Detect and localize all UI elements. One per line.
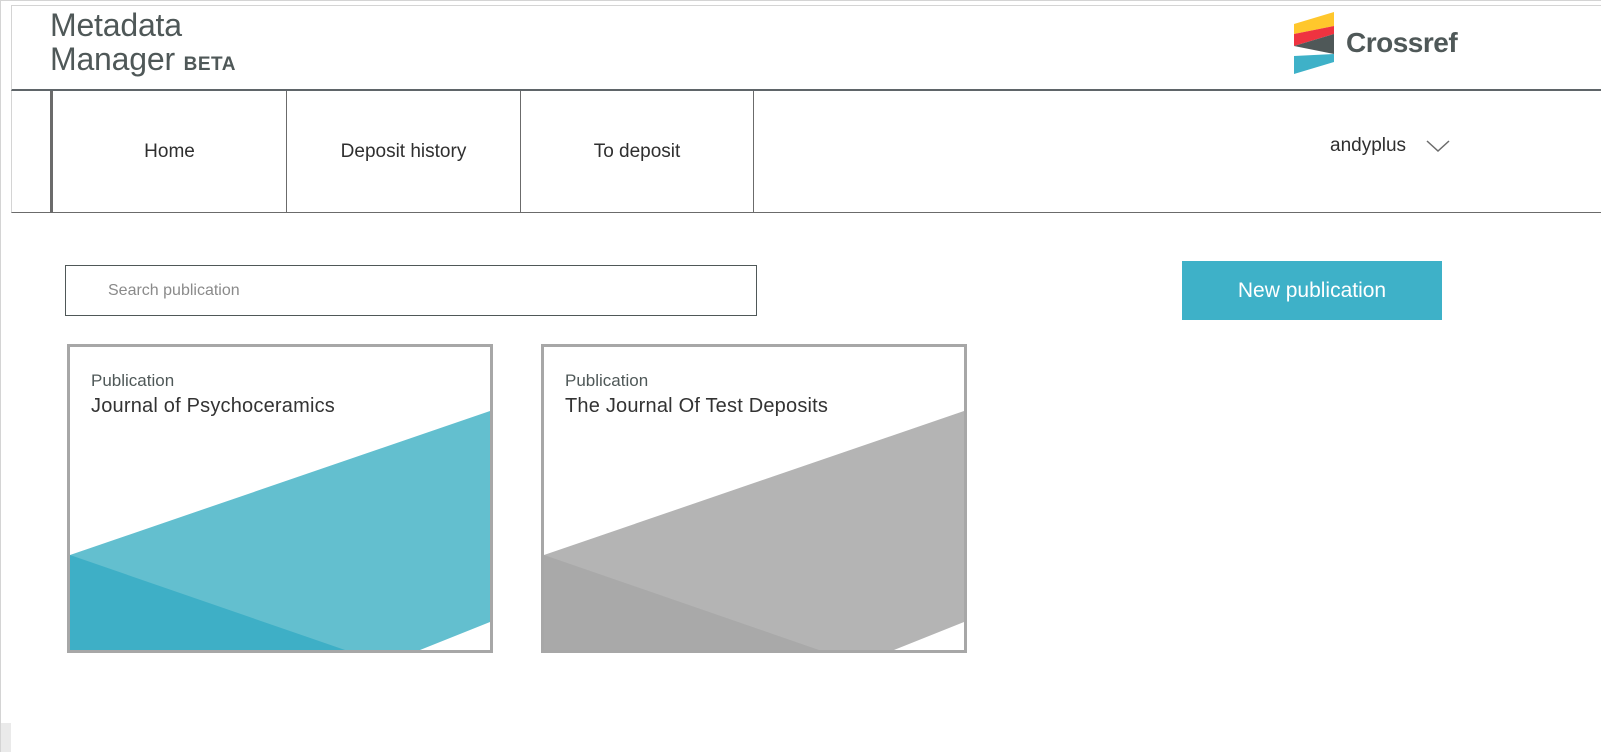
user-menu[interactable]: andyplus — [1330, 135, 1450, 157]
publication-title: The Journal Of Test Deposits — [565, 395, 829, 417]
tab-to-deposit[interactable]: To deposit — [520, 91, 754, 212]
user-name: andyplus — [1330, 135, 1407, 156]
crossref-logo-text: Crossref — [1346, 27, 1458, 58]
app-title-line1: Metadata — [50, 7, 182, 43]
tab-deposit-history-label: Deposit history — [340, 140, 467, 162]
publication-card[interactable]: Publication The Journal Of Test Deposits — [541, 344, 967, 653]
tab-to-deposit-label: To deposit — [593, 140, 681, 162]
tab-home-label: Home — [144, 140, 195, 162]
new-publication-button[interactable]: New publication — [1182, 261, 1442, 320]
chevron-down-icon[interactable] — [1426, 139, 1450, 153]
app-header: Metadata Manager BETA Crossref — [11, 5, 1601, 91]
search-input[interactable] — [65, 265, 757, 316]
app-title: Metadata Manager BETA — [50, 8, 236, 82]
crossref-logo-icon — [1294, 12, 1334, 74]
publication-type: Publication — [565, 371, 649, 390]
card-banner-graphic — [70, 411, 490, 650]
crossref-logo: Crossref — [1294, 12, 1458, 74]
publication-card[interactable]: Publication Journal of Psychoceramics — [67, 344, 493, 653]
app-window: Metadata Manager BETA Crossref Home Depo… — [0, 0, 1601, 752]
main-nav: Home Deposit history To deposit andyplus — [11, 91, 1601, 213]
beta-label: BETA — [183, 54, 236, 75]
publication-type: Publication — [91, 371, 175, 390]
tab-home[interactable]: Home — [52, 91, 286, 212]
card-banner-graphic — [544, 411, 964, 650]
scrollbar-corner — [1, 723, 11, 752]
app-title-manager: Manager — [50, 41, 175, 77]
app-title-line2: Manager BETA — [50, 42, 236, 82]
publication-title: Journal of Psychoceramics — [91, 395, 335, 417]
tab-deposit-history[interactable]: Deposit history — [286, 91, 520, 212]
